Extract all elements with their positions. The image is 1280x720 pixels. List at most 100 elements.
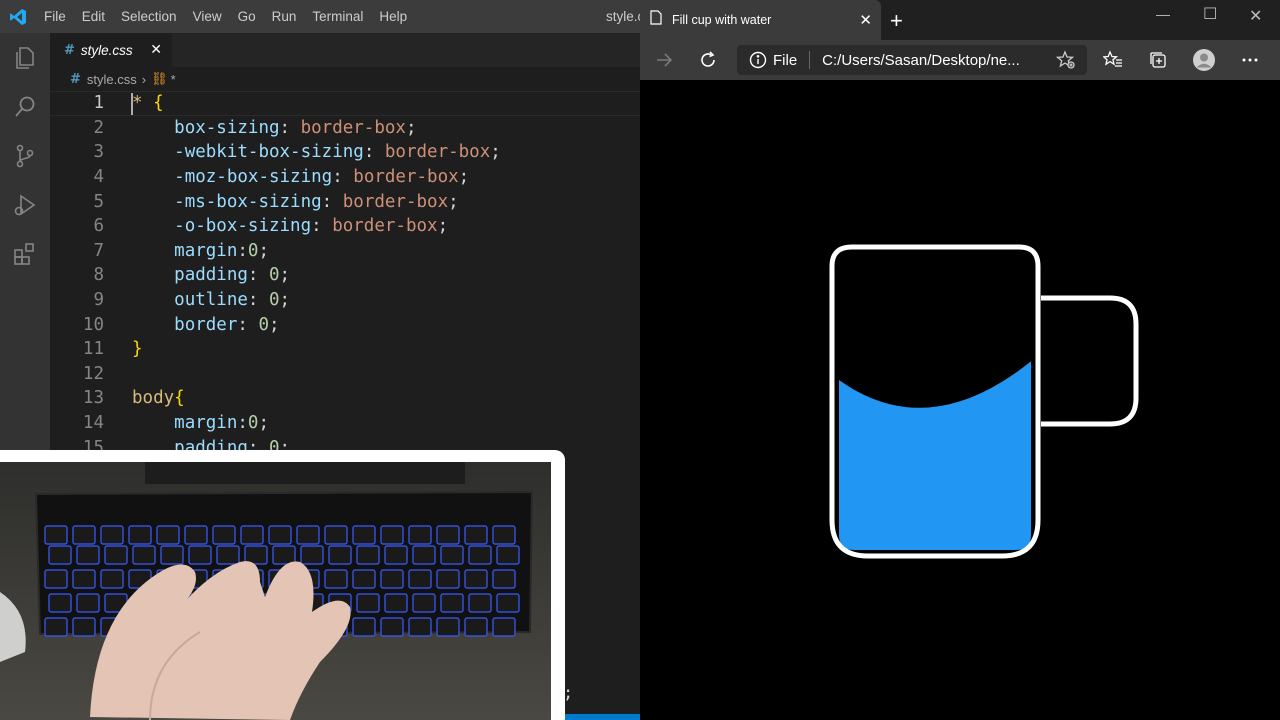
info-icon[interactable] — [749, 51, 767, 74]
search-icon[interactable] — [0, 82, 50, 131]
keyboard-key — [440, 593, 464, 613]
code-token: box-sizing — [174, 117, 280, 138]
cup-handle — [1041, 295, 1139, 427]
keyboard-key — [412, 593, 436, 613]
symbol-class-icon: ⛓ — [151, 71, 168, 86]
browser-tab[interactable]: Fill cup with water ✕ — [640, 0, 881, 40]
refresh-icon[interactable] — [696, 48, 720, 72]
menu-run[interactable]: Run — [264, 0, 305, 33]
code-fragment: ; — [563, 683, 574, 703]
code-token: 0 — [247, 413, 259, 434]
code-line[interactable]: 4 -moz-box-sizing: border-box; — [50, 165, 640, 190]
code-line[interactable]: 1 * { — [50, 91, 640, 116]
menu-file[interactable]: File — [36, 0, 74, 33]
keyboard-key — [132, 545, 156, 565]
code-token: ; — [279, 290, 291, 311]
plus-icon[interactable]: + — [890, 8, 903, 34]
favorites-icon[interactable] — [1101, 48, 1125, 72]
keyboard-key — [268, 525, 292, 545]
tab-style-css[interactable]: # style.css ✕ — [50, 33, 172, 67]
source-control-icon[interactable] — [0, 131, 50, 180]
menu-help[interactable]: Help — [371, 0, 415, 33]
keyboard-key — [128, 525, 152, 545]
keyboard-key — [104, 545, 128, 565]
keyboard-key — [44, 617, 68, 637]
close-icon[interactable]: ✕ — [859, 11, 872, 29]
keyboard-key — [464, 617, 488, 637]
add-favorite-icon[interactable] — [1054, 48, 1078, 72]
keyboard-key — [100, 525, 124, 545]
code-line[interactable]: 5 -ms-box-sizing: border-box; — [50, 189, 640, 214]
code-token: : — [247, 290, 269, 311]
keyboard-key — [240, 525, 264, 545]
window-title: style.c — [606, 9, 640, 24]
code-token: outline — [174, 290, 248, 311]
keyboard-key — [72, 617, 96, 637]
menu-terminal[interactable]: Terminal — [304, 0, 371, 33]
menu-selection[interactable]: Selection — [113, 0, 185, 33]
keyboard-key — [44, 569, 68, 589]
tab-label: style.css — [80, 42, 133, 58]
code-text: -webkit-box-sizing: border-box; — [132, 142, 501, 162]
code-line[interactable]: 2 box-sizing: border-box; — [50, 116, 640, 141]
maximize-icon[interactable]: ☐ — [1203, 4, 1217, 24]
css-file-icon: # — [64, 42, 75, 58]
code-text: border: 0; — [132, 314, 279, 335]
code-line[interactable]: 12 — [50, 362, 640, 387]
code-line[interactable]: 3 -webkit-box-sizing: border-box; — [50, 140, 640, 165]
code-line[interactable]: 7 margin:0; — [50, 239, 640, 264]
code-token: ; — [405, 117, 417, 138]
address-bar[interactable]: File C:/Users/Sasan/Desktop/ne... — [737, 45, 1087, 75]
keyboard-key — [212, 525, 236, 545]
close-icon[interactable]: ✕ — [150, 41, 162, 58]
keyboard-key — [184, 525, 208, 545]
chevron-right-icon: › — [141, 71, 147, 87]
code-token: padding — [174, 265, 248, 286]
line-number: 1 — [93, 93, 104, 114]
code-line[interactable]: 10 border: 0; — [50, 312, 640, 337]
code-line[interactable]: 8 padding: 0; — [50, 263, 640, 288]
code-line[interactable]: 11} — [50, 337, 640, 362]
code-token: : — [332, 167, 354, 188]
code-text: body{ — [132, 388, 185, 408]
minimize-icon[interactable]: — — [1156, 6, 1170, 22]
keyboard-key — [48, 593, 72, 613]
more-icon[interactable] — [1238, 48, 1262, 72]
keyboard-key — [496, 593, 520, 613]
menu-view[interactable]: View — [185, 0, 230, 33]
css-file-icon: # — [70, 71, 81, 87]
keyboard-key — [324, 569, 348, 589]
code-token: border — [174, 314, 238, 335]
run-debug-icon[interactable] — [0, 180, 50, 229]
code-token: -moz-box-sizing — [174, 167, 333, 188]
code-token: : — [237, 413, 248, 434]
files-icon[interactable] — [0, 33, 50, 82]
breadcrumb: # style.css › ⛓ * — [50, 67, 640, 91]
keyboard-key — [436, 617, 460, 637]
profile-icon[interactable] — [1192, 48, 1216, 72]
extensions-icon[interactable] — [0, 229, 50, 278]
code-token: : — [237, 314, 259, 335]
site-info-label[interactable]: File — [773, 52, 797, 69]
keyboard-key — [156, 525, 180, 545]
code-token: border-box — [384, 142, 491, 163]
url-text[interactable]: C:/Users/Sasan/Desktop/ne... — [822, 52, 1020, 69]
menu-go[interactable]: Go — [230, 0, 264, 33]
code-line[interactable]: 13 body{ — [50, 386, 640, 411]
code-line[interactable]: 9 outline: 0; — [50, 288, 640, 313]
close-window-icon[interactable]: ✕ — [1249, 6, 1262, 26]
code-text: margin:0; — [132, 413, 269, 433]
code-token: 0 — [269, 265, 280, 286]
line-number: 9 — [93, 290, 104, 311]
breadcrumb-symbol[interactable]: * — [171, 72, 176, 87]
menu-edit[interactable]: Edit — [74, 0, 113, 33]
keyboard-key — [356, 545, 380, 565]
code-line[interactable]: 6 -o-box-sizing: border-box; — [50, 214, 640, 239]
back-icon[interactable] — [652, 48, 676, 72]
code-token: border-box — [300, 117, 406, 138]
breadcrumb-file[interactable]: style.css — [87, 72, 137, 87]
collections-icon[interactable] — [1146, 48, 1170, 72]
code-line[interactable]: 14 margin:0; — [50, 411, 640, 436]
browser-toolbar: File C:/Users/Sasan/Desktop/ne... — [640, 40, 1280, 80]
editor-tabs: # style.css ✕ — [50, 33, 640, 67]
